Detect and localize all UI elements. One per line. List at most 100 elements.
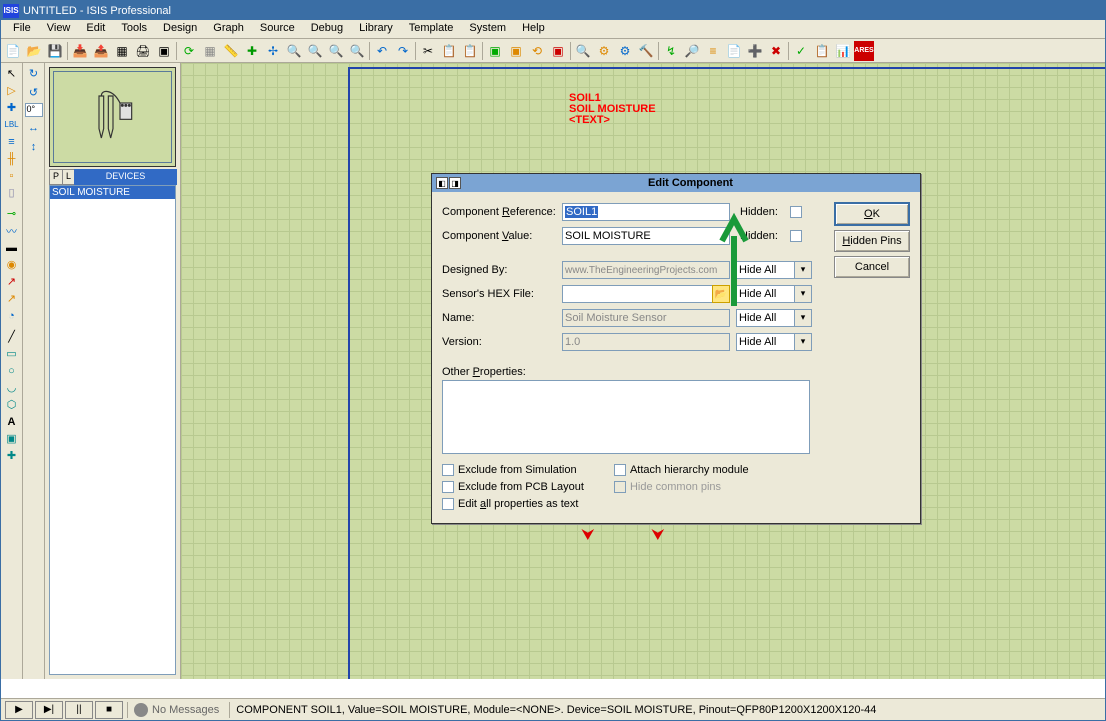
origin-icon[interactable]: ✚ — [242, 41, 262, 61]
print-area-icon[interactable]: ▦ — [112, 41, 132, 61]
make-device-icon[interactable]: ⚙ — [594, 41, 614, 61]
export-icon[interactable]: 📤 — [91, 41, 111, 61]
property-icon[interactable]: ≡ — [703, 41, 723, 61]
ruler-icon[interactable]: 📏 — [221, 41, 241, 61]
block-rotate-icon[interactable]: ⟲ — [527, 41, 547, 61]
voltage-probe-icon[interactable]: ⮟ — [582, 526, 594, 543]
decompose-icon[interactable]: 🔨 — [636, 41, 656, 61]
zoom-all-icon[interactable]: 🔍 — [326, 41, 346, 61]
other-props-textarea[interactable] — [442, 380, 810, 454]
save-icon[interactable]: 💾 — [45, 41, 65, 61]
dialog-titlebar[interactable]: ◧ ◨ Edit Component — [432, 174, 920, 192]
dialog-dock-left-icon[interactable]: ◧ — [436, 177, 448, 189]
hidden-val-checkbox[interactable] — [790, 230, 802, 242]
menu-debug[interactable]: Debug — [303, 20, 351, 38]
ok-button[interactable]: OK — [834, 202, 910, 226]
grid-icon[interactable]: ▦ — [200, 41, 220, 61]
open-icon[interactable]: 📂 — [24, 41, 44, 61]
zoom-in-icon[interactable]: 🔍 — [284, 41, 304, 61]
hidden-ref-checkbox[interactable] — [790, 206, 802, 218]
pick-icon[interactable]: 🔍 — [573, 41, 593, 61]
circle-mode-icon[interactable]: ○ — [2, 362, 22, 379]
menu-system[interactable]: System — [461, 20, 514, 38]
sheet-del-icon[interactable]: ✖ — [766, 41, 786, 61]
graph-mode-icon[interactable]: 〰 — [2, 222, 22, 239]
messages-status[interactable]: No Messages — [127, 702, 225, 718]
menu-edit[interactable]: Edit — [78, 20, 113, 38]
menu-design[interactable]: Design — [155, 20, 205, 38]
subcircuit-mode-icon[interactable]: ▫ — [2, 167, 22, 184]
component-mode-icon[interactable]: ▷ — [2, 82, 22, 99]
marker-mode-icon[interactable]: ✚ — [2, 447, 22, 464]
junction-mode-icon[interactable]: ✚ — [2, 99, 22, 116]
zoom-out-icon[interactable]: 🔍 — [305, 41, 325, 61]
print-icon[interactable]: 🖨 — [133, 41, 153, 61]
rotate-cw-icon[interactable]: ↻ — [24, 65, 44, 82]
device-list-item[interactable]: SOIL MOISTURE — [50, 186, 175, 199]
mark-icon[interactable]: ▣ — [154, 41, 174, 61]
new-sheet-icon[interactable]: 📄 — [724, 41, 744, 61]
path-mode-icon[interactable]: ⬡ — [2, 396, 22, 413]
bom-icon[interactable]: 📊 — [833, 41, 853, 61]
exclude-sim-checkbox[interactable] — [442, 464, 454, 476]
rotation-angle[interactable]: 0° — [25, 103, 43, 117]
instrument-mode-icon[interactable]: ◔ — [2, 307, 22, 324]
version-visibility[interactable]: Hide All — [736, 333, 812, 351]
block-delete-icon[interactable]: ▣ — [548, 41, 568, 61]
copy-icon[interactable]: 📋 — [439, 41, 459, 61]
menu-template[interactable]: Template — [401, 20, 462, 38]
voltage-probe-icon[interactable]: ⮟ — [652, 526, 664, 543]
comp-val-field[interactable]: SOIL MOISTURE — [562, 227, 730, 245]
component-label[interactable]: SOIL1 SOIL MOISTURE <TEXT> — [569, 93, 656, 126]
refresh-icon[interactable]: ⟳ — [179, 41, 199, 61]
ares-icon[interactable]: ARES — [854, 41, 874, 61]
device-list[interactable]: SOIL MOISTURE — [49, 185, 176, 675]
search-icon[interactable]: 🔎 — [682, 41, 702, 61]
selection-mode-icon[interactable]: ↖ — [2, 65, 22, 82]
menu-graph[interactable]: Graph — [205, 20, 252, 38]
dialog-dock-right-icon[interactable]: ◨ — [449, 177, 461, 189]
probe-i-mode-icon[interactable]: ↗ — [2, 290, 22, 307]
probe-v-mode-icon[interactable]: ↗ — [2, 273, 22, 290]
erc-icon[interactable]: ✓ — [791, 41, 811, 61]
rotate-ccw-icon[interactable]: ↺ — [24, 84, 44, 101]
cut-icon[interactable]: ✂ — [418, 41, 438, 61]
tab-devices[interactable]: DEVICES — [74, 169, 177, 185]
generator-mode-icon[interactable]: ◉ — [2, 256, 22, 273]
flip-h-icon[interactable]: ↔ — [24, 119, 44, 136]
menu-help[interactable]: Help — [514, 20, 553, 38]
wire-auto-icon[interactable]: ↯ — [661, 41, 681, 61]
hidden-pins-button[interactable]: Hidden Pins — [834, 230, 910, 252]
script-mode-icon[interactable]: ≡ — [2, 133, 22, 150]
exclude-pcb-checkbox[interactable] — [442, 481, 454, 493]
pin-mode-icon[interactable]: ⊸ — [2, 205, 22, 222]
attach-hier-checkbox[interactable] — [614, 464, 626, 476]
menu-source[interactable]: Source — [252, 20, 303, 38]
edit-all-checkbox[interactable] — [442, 498, 454, 510]
menu-tools[interactable]: Tools — [113, 20, 155, 38]
netlist-icon[interactable]: 📋 — [812, 41, 832, 61]
hex-file-field[interactable] — [562, 285, 730, 303]
bus-mode-icon[interactable]: ╫ — [2, 150, 22, 167]
symbol-mode-icon[interactable]: ▣ — [2, 430, 22, 447]
block-move-icon[interactable]: ▣ — [506, 41, 526, 61]
redo-icon[interactable]: ↷ — [393, 41, 413, 61]
arc-mode-icon[interactable]: ◡ — [2, 379, 22, 396]
undo-icon[interactable]: ↶ — [372, 41, 392, 61]
cancel-button[interactable]: Cancel — [834, 256, 910, 278]
step-button[interactable]: ▶| — [35, 701, 63, 719]
box-mode-icon[interactable]: ▭ — [2, 345, 22, 362]
tape-mode-icon[interactable]: ▬ — [2, 239, 22, 256]
pause-button[interactable]: || — [65, 701, 93, 719]
flip-v-icon[interactable]: ↕ — [24, 138, 44, 155]
zoom-area-icon[interactable]: 🔍 — [347, 41, 367, 61]
tab-p[interactable]: P — [49, 169, 63, 185]
menu-file[interactable]: File — [5, 20, 39, 38]
pan-icon[interactable]: ✢ — [263, 41, 283, 61]
comp-ref-field[interactable]: SOIL1 — [562, 203, 730, 221]
sheet-add-icon[interactable]: ➕ — [745, 41, 765, 61]
play-button[interactable]: ▶ — [5, 701, 33, 719]
stop-button[interactable]: ■ — [95, 701, 123, 719]
label-mode-icon[interactable]: LBL — [2, 116, 22, 133]
paste-icon[interactable]: 📋 — [460, 41, 480, 61]
